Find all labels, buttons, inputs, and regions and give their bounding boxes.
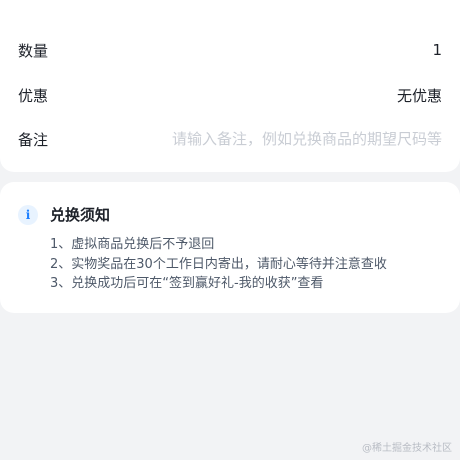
exchange-notice-card: i 兑换须知 1、虚拟商品兑换后不予退回 2、实物奖品在30个工作日内寄出，请耐… — [0, 182, 460, 313]
quantity-value: 1 — [432, 41, 442, 59]
notice-item: 2、实物奖品在30个工作日内寄出，请耐心等待并注意查收 — [50, 256, 387, 272]
watermark: @稀土掘金技术社区 — [362, 443, 452, 454]
notice-item: 3、兑换成功后可在“签到赢好礼-我的收获”查看 — [50, 276, 324, 291]
remark-input[interactable] — [152, 130, 442, 148]
discount-row[interactable]: 优惠 无优惠 — [18, 82, 442, 108]
info-icon: i — [18, 204, 38, 225]
order-detail-card: 数量 1 优惠 无优惠 备注 — [0, 0, 460, 172]
notice-title: 兑换须知 — [50, 206, 111, 224]
notice-list: 1、虚拟商品兑换后不予退回 2、实物奖品在30个工作日内寄出，请耐心等待并注意查… — [50, 235, 387, 294]
remark-row: 备注 — [18, 126, 442, 152]
remark-label: 备注 — [18, 130, 49, 149]
quantity-row: 数量 1 — [18, 37, 442, 63]
notice-item: 1、虚拟商品兑换后不予退回 — [50, 237, 215, 252]
notice-header: i 兑换须知 — [18, 204, 110, 225]
discount-value: 无优惠 — [396, 86, 442, 105]
discount-label: 优惠 — [18, 86, 49, 105]
quantity-label: 数量 — [18, 41, 49, 60]
